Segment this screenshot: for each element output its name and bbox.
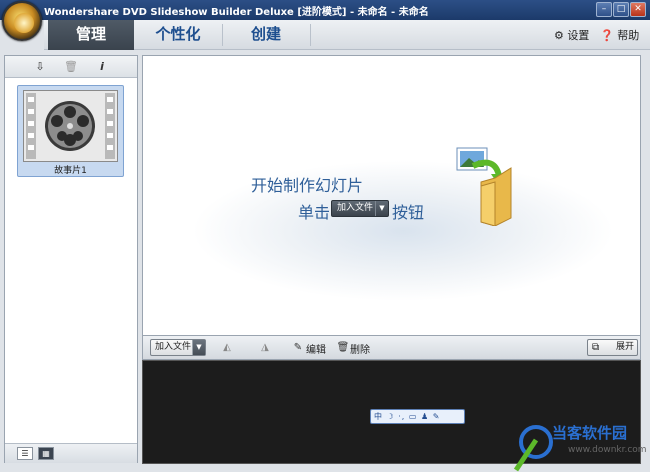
import-icon[interactable]: ⇩	[33, 60, 47, 74]
media-area[interactable]: 开始制作幻灯片 单击 加入文件 ▼ 按钮	[142, 55, 641, 336]
prompt-title: 开始制作幻灯片	[251, 176, 364, 195]
rotate-right-icon[interactable]: ◮	[258, 341, 272, 354]
story-item[interactable]: 故事片1	[17, 85, 124, 177]
timeline-toolbar: 加入文件 ▼ ◭ ◮ ✎ 编辑 🗑 删除 ⧉ 展开	[142, 336, 641, 360]
ime-toolbar[interactable]: 中 ☽ ·, ▭ ♟ ✎	[370, 409, 465, 424]
rotate-left-icon[interactable]: ◭	[220, 341, 234, 354]
watermark: 当客软件园 www.downkr.com	[510, 420, 650, 472]
chevron-down-icon: ▼	[192, 340, 205, 355]
grid-view-button[interactable]: ▦	[38, 447, 54, 460]
prompt-prefix: 单击	[298, 203, 331, 222]
expand-button[interactable]: ⧉ 展开	[587, 339, 638, 356]
delete-icon[interactable]: 🗑	[64, 60, 78, 74]
settings-label: 设置	[567, 29, 590, 42]
close-button[interactable]: ✕	[630, 2, 646, 17]
title-bar: Wondershare DVD Slideshow Builder Deluxe…	[0, 0, 650, 20]
expand-label: 展开	[616, 342, 635, 352]
prompt-suffix: 按钮	[392, 203, 425, 222]
tab-manage[interactable]: 管理	[48, 20, 134, 50]
trash-icon[interactable]: 🗑	[336, 341, 350, 354]
help-button[interactable]: ❓ 帮助	[600, 27, 639, 43]
tab-create[interactable]: 创建	[222, 20, 310, 50]
info-icon[interactable]: i	[95, 60, 109, 74]
storyboard-sidebar: ⇩ 🗑 i 故事片1 ☰ ▦	[4, 55, 138, 463]
story-item-label: 故事片1	[54, 166, 87, 176]
edit-icon[interactable]: ✎	[291, 341, 305, 354]
window-title: Wondershare DVD Slideshow Builder Deluxe…	[44, 7, 429, 18]
watermark-url: www.downkr.com	[568, 445, 647, 455]
sidebar-toolbar: ⇩ 🗑 i	[5, 56, 137, 78]
add-file-label: 加入文件	[155, 342, 192, 352]
chevron-down-icon: ▼	[375, 201, 388, 216]
inline-add-file-label: 加入文件	[337, 203, 374, 213]
film-reel-icon	[23, 90, 118, 162]
tab-divider	[310, 24, 311, 46]
watermark-logo-icon	[513, 425, 553, 472]
folder-icon	[455, 146, 513, 227]
tab-personalize[interactable]: 个性化	[134, 20, 222, 50]
help-label: 帮助	[617, 29, 640, 42]
logo-center	[14, 13, 34, 33]
gear-icon: ⚙	[554, 29, 564, 42]
settings-button[interactable]: ⚙ 设置	[554, 27, 589, 43]
app-logo	[2, 1, 42, 41]
delete-button-label[interactable]: 删除	[350, 341, 370, 356]
minimize-button[interactable]: –	[596, 2, 612, 17]
add-file-button[interactable]: 加入文件 ▼	[150, 339, 206, 356]
main-nav: 管理 个性化 创建 ⚙ 设置 ❓ 帮助	[44, 20, 650, 50]
view-toggle-bar: ☰ ▦	[5, 443, 137, 463]
expand-icon: ⧉	[592, 342, 600, 353]
list-view-button[interactable]: ☰	[17, 447, 33, 460]
help-icon: ❓	[600, 29, 614, 42]
watermark-text: 当客软件园	[552, 424, 628, 442]
maximize-button[interactable]: □	[613, 2, 629, 17]
edit-button-label[interactable]: 编辑	[306, 341, 326, 356]
inline-add-file-button[interactable]: 加入文件 ▼	[331, 200, 389, 217]
